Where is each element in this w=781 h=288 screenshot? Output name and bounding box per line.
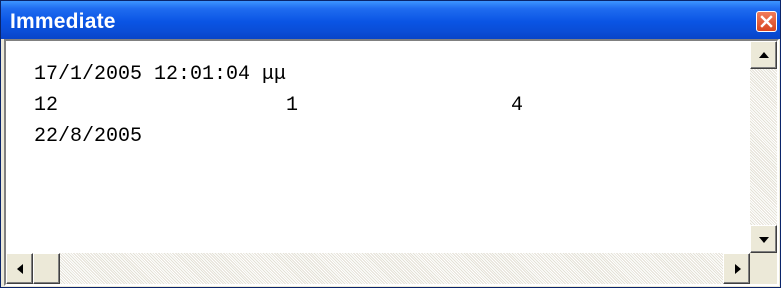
output-cell: 22/8/2005: [34, 125, 143, 148]
output-cell: 17/1/2005 12:01:04 μμ: [34, 63, 287, 86]
horizontal-scrollbar[interactable]: [6, 253, 750, 284]
close-button[interactable]: [756, 11, 777, 32]
immediate-text-area[interactable]: 17/1/2005 12:01:04 μμ 12 1 4 22/8/2005: [6, 41, 750, 253]
scroll-up-button[interactable]: [750, 41, 777, 69]
immediate-pane: 17/1/2005 12:01:04 μμ 12 1 4 22/8/2005: [4, 39, 779, 286]
scroll-down-button[interactable]: [750, 225, 777, 253]
immediate-window: Immediate 17/1/2005 12:01:04 μμ 12 1 4 2…: [0, 0, 781, 288]
scroll-left-button[interactable]: [6, 253, 33, 284]
output-line: 22/8/2005: [6, 123, 746, 151]
vertical-scrollbar[interactable]: [750, 41, 777, 253]
output-line: 12 1 4: [6, 92, 746, 120]
output-cell: 4: [511, 94, 524, 117]
horizontal-scroll-thumb[interactable]: [33, 253, 60, 284]
horizontal-scroll-track[interactable]: [60, 253, 723, 284]
scroll-right-button[interactable]: [723, 253, 750, 284]
output-cell: 12: [34, 94, 59, 117]
output-cell: 1: [286, 94, 299, 117]
vertical-scroll-track[interactable]: [750, 69, 777, 225]
window-title: Immediate: [10, 10, 116, 33]
title-bar[interactable]: Immediate: [1, 1, 780, 39]
arrow-up-icon: [759, 52, 769, 58]
arrow-down-icon: [759, 237, 769, 243]
arrow-left-icon: [17, 264, 23, 274]
arrow-right-icon: [735, 264, 741, 274]
scrollbar-corner: [750, 253, 777, 284]
close-x-icon: [760, 15, 773, 28]
output-line: 17/1/2005 12:01:04 μμ: [6, 61, 746, 89]
